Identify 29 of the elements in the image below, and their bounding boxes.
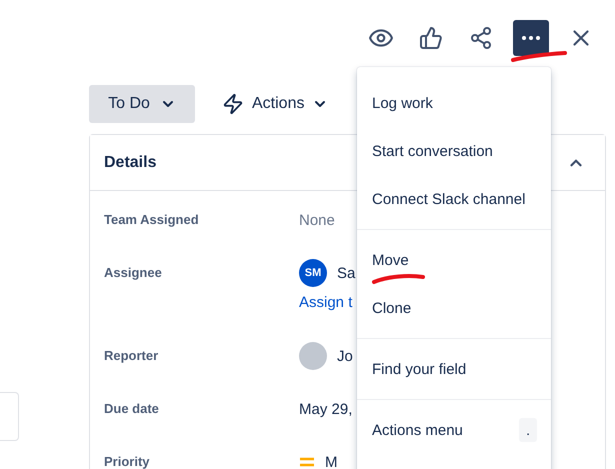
- status-dropdown[interactable]: To Do: [89, 85, 195, 123]
- field-value: M: [325, 454, 338, 469]
- field-label: Priority: [104, 453, 151, 469]
- field-label: Team Assigned: [104, 211, 200, 229]
- annotation-underline: [509, 48, 569, 64]
- menu-item[interactable]: Log work: [357, 79, 551, 127]
- field-value: Sa: [337, 264, 356, 282]
- avatar-initials: SM: [299, 259, 327, 287]
- keyboard-shortcut: .: [519, 418, 537, 442]
- field-value: May 29,: [299, 400, 352, 418]
- menu-item[interactable]: Clone: [357, 284, 551, 332]
- avatar-photo-placeholder: [299, 342, 327, 370]
- priority-medium-icon: [299, 456, 315, 468]
- field-value: None: [299, 212, 335, 228]
- actions-dropdown[interactable]: Actions: [222, 85, 328, 123]
- more-dots-icon: [522, 36, 540, 40]
- annotation-underline: [371, 271, 427, 285]
- field-label: Assignee: [104, 264, 163, 282]
- lightning-icon: [222, 93, 244, 115]
- field-value: Jo: [337, 348, 353, 364]
- more-options-button[interactable]: [513, 20, 549, 56]
- cut-off-card: [0, 392, 19, 441]
- details-title: Details: [104, 154, 156, 172]
- menu-item[interactable]: Find your field: [357, 345, 551, 393]
- assign-link[interactable]: Assign t: [299, 288, 356, 318]
- field-label: Due date: [104, 400, 160, 418]
- menu-item[interactable]: Actions menu .: [357, 406, 551, 454]
- field-label: Reporter: [104, 347, 160, 365]
- menu-item[interactable]: Move: [357, 236, 551, 284]
